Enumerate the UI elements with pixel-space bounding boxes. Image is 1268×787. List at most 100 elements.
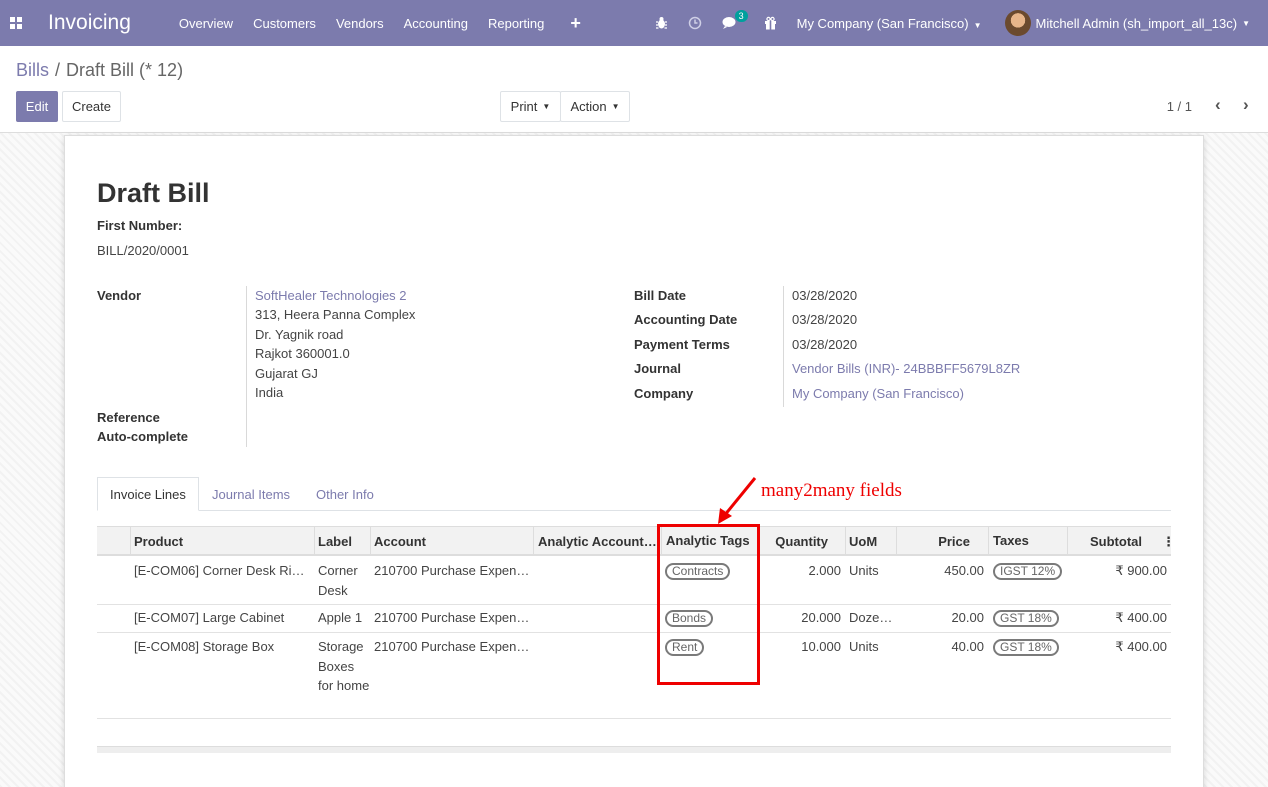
breadcrumb-current: Draft Bill (* 12) <box>66 60 184 80</box>
cell-uom[interactable]: Doze… <box>849 610 894 625</box>
journal-label: Journal <box>634 361 681 376</box>
col-analytic-account[interactable]: Analytic Account… <box>538 534 658 549</box>
cell-product[interactable]: [E-COM06] Corner Desk Ri… <box>134 563 309 578</box>
first-number-value: BILL/2020/0001 <box>97 243 189 258</box>
row-divider <box>97 604 1171 605</box>
menu-vendors[interactable]: Vendors <box>336 16 384 31</box>
column-divider <box>1067 527 1068 555</box>
annotation-arrow-icon <box>718 477 757 524</box>
caret-down-icon: ▼ <box>542 102 551 111</box>
company-label: Company <box>634 386 694 401</box>
tab-invoice-lines[interactable]: Invoice Lines <box>97 477 199 511</box>
menu-overview[interactable]: Overview <box>179 16 233 31</box>
cell-price[interactable]: 450.00 <box>900 563 984 578</box>
messages-badge: 3 <box>734 10 748 22</box>
vendor-address-line: 313, Heera Panna Complex <box>255 307 416 322</box>
cell-uom[interactable]: Units <box>849 639 894 654</box>
print-button[interactable]: Print ▼ <box>500 91 561 122</box>
company-link[interactable]: My Company (San Francisco) <box>792 386 964 401</box>
accounting-date-label: Accounting Date <box>634 312 738 327</box>
autocomplete-label: Auto-complete <box>97 429 188 444</box>
create-button[interactable]: Create <box>62 91 121 122</box>
user-name: Mitchell Admin (sh_import_all_13c) <box>1035 15 1238 31</box>
col-subtotal[interactable]: Subtotal <box>1071 534 1142 549</box>
cell-product[interactable]: [E-COM07] Large Cabinet <box>134 610 309 625</box>
company-switcher[interactable]: My Company (San Francisco) ▼ <box>797 16 982 31</box>
bill-date-value: 03/28/2020 <box>792 288 858 303</box>
gift-icon[interactable] <box>764 16 777 30</box>
payment-terms-label: Payment Terms <box>634 337 730 352</box>
cell-label[interactable]: Corner Desk <box>318 561 368 600</box>
pager-value[interactable]: 1 / 1 <box>1167 99 1192 114</box>
annotation-highlight-box <box>657 524 760 685</box>
chevron-right-icon[interactable]: › <box>1243 95 1249 115</box>
vendor-address-line: Gujarat GJ <box>255 366 318 381</box>
cell-price[interactable]: 40.00 <box>900 639 984 654</box>
reference-label: Reference <box>97 410 160 425</box>
column-options-icon[interactable]: ⋮ <box>1162 534 1175 550</box>
tax-tag-badge[interactable]: GST 18% <box>993 639 1059 656</box>
edit-button[interactable]: Edit <box>16 91 58 122</box>
vendor-address-line: Rajkot 360001.0 <box>255 346 350 361</box>
action-button-label: Action <box>570 99 607 114</box>
col-account[interactable]: Account <box>374 534 426 549</box>
apps-menu-icon[interactable] <box>0 0 32 46</box>
column-divider <box>314 527 315 555</box>
col-quantity[interactable]: Quantity <box>761 534 828 549</box>
breadcrumb-bills[interactable]: Bills <box>16 60 49 80</box>
col-taxes[interactable]: Taxes <box>993 533 1029 548</box>
column-divider <box>988 527 989 555</box>
bug-icon[interactable] <box>655 16 668 30</box>
cell-account[interactable]: 210700 Purchase Expen… <box>374 610 531 625</box>
app-brand[interactable]: Invoicing <box>48 11 131 35</box>
cell-quantity[interactable]: 10.000 <box>761 639 841 654</box>
company-switcher-label: My Company (San Francisco) <box>796 15 969 31</box>
cell-product[interactable]: [E-COM08] Storage Box <box>134 639 309 654</box>
cell-quantity[interactable]: 20.000 <box>761 610 841 625</box>
breadcrumb: Bills / Draft Bill (* 12) <box>16 60 183 81</box>
cell-label[interactable]: Storage Boxes for home <box>318 637 370 696</box>
tab-other-info[interactable]: Other Info <box>304 477 386 511</box>
column-divider <box>370 527 371 555</box>
annotation-label: many2many fields <box>761 480 902 501</box>
journal-link[interactable]: Vendor Bills (INR)- 24BBBFF5679L8ZR <box>792 361 1020 376</box>
col-uom[interactable]: UoM <box>849 534 877 549</box>
action-button[interactable]: Action ▼ <box>560 91 630 122</box>
tax-tag-badge[interactable]: GST 18% <box>993 610 1059 627</box>
plus-icon[interactable]: + <box>570 13 581 34</box>
vendor-link[interactable]: SoftHealer Technologies 2 <box>255 288 407 303</box>
caret-down-icon: ▼ <box>973 20 982 30</box>
row-divider <box>97 718 1171 719</box>
chevron-left-icon[interactable]: ‹ <box>1215 95 1221 115</box>
caret-down-icon: ▼ <box>1242 18 1250 28</box>
vendor-label: Vendor <box>97 288 142 303</box>
table-footer-bar <box>97 746 1171 753</box>
accounting-date-value: 03/28/2020 <box>792 312 858 327</box>
cell-label[interactable]: Apple 1 <box>318 610 368 625</box>
row-divider <box>97 632 1171 633</box>
cell-subtotal: ₹ 400.00 <box>1115 639 1167 654</box>
cell-uom[interactable]: Units <box>849 563 894 578</box>
cell-quantity[interactable]: 2.000 <box>761 563 841 578</box>
chat-icon[interactable]: 3 <box>722 10 748 30</box>
cell-account[interactable]: 210700 Purchase Expen… <box>374 563 531 578</box>
first-number-label: First Number: <box>97 218 183 233</box>
menu-accounting[interactable]: Accounting <box>404 16 468 31</box>
col-product[interactable]: Product <box>134 534 183 549</box>
column-divider <box>130 527 131 555</box>
field-divider <box>246 286 247 447</box>
column-divider <box>896 527 897 555</box>
caret-down-icon: ▼ <box>611 102 620 111</box>
bill-date-label: Bill Date <box>634 288 687 303</box>
user-menu[interactable]: Mitchell Admin (sh_import_all_13c) ▼ <box>1005 10 1250 36</box>
column-divider <box>533 527 534 555</box>
tab-journal-items[interactable]: Journal Items <box>200 477 302 511</box>
col-price[interactable]: Price <box>900 534 970 549</box>
menu-reporting[interactable]: Reporting <box>488 16 544 31</box>
cell-price[interactable]: 20.00 <box>900 610 984 625</box>
cell-account[interactable]: 210700 Purchase Expen… <box>374 639 531 654</box>
menu-customers[interactable]: Customers <box>253 16 316 31</box>
col-label[interactable]: Label <box>318 534 352 549</box>
clock-icon[interactable] <box>688 16 702 30</box>
tax-tag-badge[interactable]: IGST 12% <box>993 563 1063 580</box>
